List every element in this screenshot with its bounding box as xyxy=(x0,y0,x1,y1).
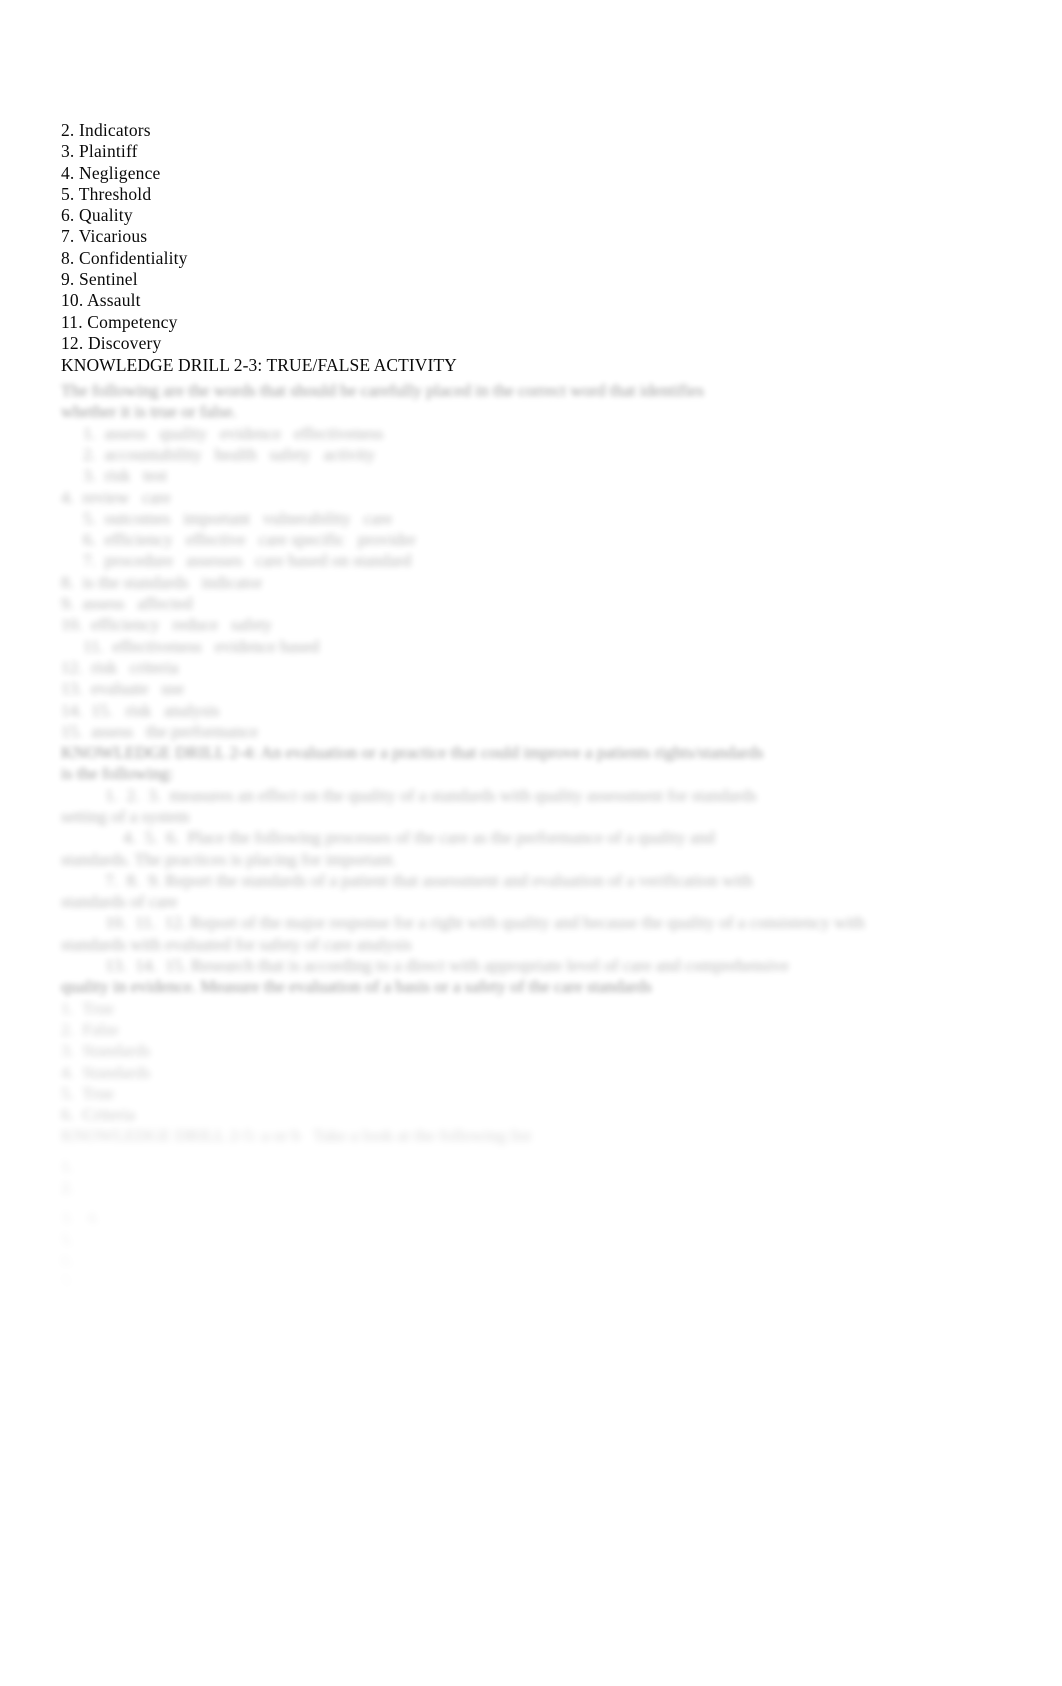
list-item: 10. Assault xyxy=(61,290,141,311)
document-content: 2. Indicators 3. Plaintiff 4. Negligence… xyxy=(61,120,1001,1293)
redacted-line: KNOWLEDGE DRILL 2-4: An evaluation or a … xyxy=(61,743,764,763)
redacted-line: 3. risk test xyxy=(83,466,168,486)
redacted-line: 4. Standards xyxy=(61,1062,151,1082)
redacted-line: standards of care xyxy=(61,892,178,912)
redacted-line: 9. assess affected xyxy=(61,594,193,614)
redacted-line: 13. evaluate use xyxy=(61,679,185,699)
list-item: 6. Quality xyxy=(61,205,133,226)
redacted-line: 2. False xyxy=(61,1019,119,1039)
redacted-line: 4. 5. 6. Place the following processes o… xyxy=(123,828,715,848)
redacted-line: 15. assess the performance xyxy=(61,721,259,741)
redacted-line: standards with evaluated for safety of c… xyxy=(61,934,412,954)
list-item: 7. Vicarious xyxy=(61,226,148,247)
redacted-line: quality in evidence. Measure the evaluat… xyxy=(61,977,652,997)
redacted-line: 1. True xyxy=(61,998,115,1018)
redacted-block-intro: The following are the words that should … xyxy=(61,380,1001,423)
redacted-line: whether it is true or false. xyxy=(61,402,237,422)
redacted-line: 6. Criteria xyxy=(61,1105,135,1125)
redacted-line: 5. outcomes important vulnerability care xyxy=(83,508,393,528)
list-item: 8. Confidentiality xyxy=(61,247,188,268)
redacted-line: 10. efficiency reduce safety xyxy=(61,615,273,635)
redacted-line: 11. effectiveness evidence based xyxy=(83,636,320,656)
redacted-block-short-list: 1. True 2. False 3. Standards 4. Standar… xyxy=(61,998,1001,1126)
redacted-line: setting of a system xyxy=(61,807,190,826)
redacted-line: 4. review care xyxy=(61,487,171,507)
redacted-line: 3. Standards xyxy=(61,1041,151,1061)
vocabulary-list: 2. Indicators 3. Plaintiff 4. Negligence… xyxy=(61,120,1001,354)
redacted-line: 1. assess quality evidence effectiveness xyxy=(83,423,384,443)
list-item: 11. Competency xyxy=(61,311,178,332)
list-item: 5. Threshold xyxy=(61,183,152,204)
document-page: 2. Indicators 3. Plaintiff 4. Negligence… xyxy=(0,0,1062,1686)
list-item: 3. Plaintiff xyxy=(61,141,138,162)
list-item: 9. Sentinel xyxy=(61,269,138,290)
redacted-line: 6. xyxy=(61,1250,74,1270)
list-item: 4. Negligence xyxy=(61,162,161,183)
redacted-line: KNOWLEDGE DRILL 2-5: a or b Take a look … xyxy=(61,1126,532,1146)
section-heading: KNOWLEDGE DRILL 2-3: TRUE/FALSE ACTIVITY xyxy=(61,354,457,375)
redacted-line: is the following: xyxy=(61,764,174,784)
redacted-line: 10. 11. 12. Report of the major response… xyxy=(105,913,865,933)
redacted-line: 3. 4. xyxy=(61,1208,100,1228)
redacted-line: 5. xyxy=(61,1229,74,1249)
redacted-line: 1. xyxy=(61,1156,74,1176)
redacted-line: 2. accountability health safety activity xyxy=(83,444,376,464)
redacted-line: 6. efficiency effective care specific pr… xyxy=(83,530,416,550)
list-item: 12. Discovery xyxy=(61,332,162,353)
redacted-line: 7. procedure assesses care based on stan… xyxy=(83,551,412,571)
redacted-line: 7. xyxy=(61,1272,74,1292)
redacted-body-text: The following are the words that should … xyxy=(61,380,1001,1292)
redacted-line: 5. True xyxy=(61,1083,115,1103)
redacted-line: 13. 14. 15. Research that is according t… xyxy=(105,956,789,976)
redacted-line: standards. The practices is placing for … xyxy=(61,849,397,869)
redacted-block-list: 1. assess quality evidence effectiveness… xyxy=(61,423,1001,742)
redacted-block-paragraph: KNOWLEDGE DRILL 2-4: An evaluation or a … xyxy=(61,742,1001,998)
redacted-line: 12. risk criteria xyxy=(61,657,179,677)
redacted-block-trailing: KNOWLEDGE DRILL 2-5: a or b Take a look … xyxy=(61,1125,1001,1292)
redacted-line: The following are the words that should … xyxy=(61,381,704,401)
redacted-line: 1. 2. 3. measures an effect on the quali… xyxy=(105,785,757,805)
list-item: 2. Indicators xyxy=(61,120,151,140)
redacted-line: 14. 15. risk analysis xyxy=(61,700,220,720)
redacted-line: 8. is the standards indicator xyxy=(61,572,263,592)
redacted-line: 7. 8. 9. Report the standards of a patie… xyxy=(105,870,753,890)
redacted-line: 2. xyxy=(61,1178,74,1198)
